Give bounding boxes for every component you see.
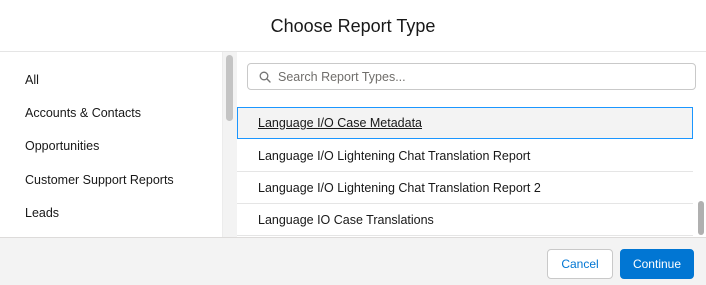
sidebar-scrollbar[interactable] bbox=[222, 52, 237, 237]
sidebar-scrollbar-thumb[interactable] bbox=[226, 55, 233, 121]
modal-header: Choose Report Type bbox=[0, 0, 706, 52]
report-type-language-io-case-translations[interactable]: Language IO Case Translations bbox=[237, 204, 693, 236]
report-type-language-io-case-metadata[interactable]: Language I/O Case Metadata bbox=[237, 107, 693, 139]
sidebar-item-accounts-contacts[interactable]: Accounts & Contacts bbox=[25, 106, 141, 120]
category-sidebar: All Accounts & Contacts Opportunities Cu… bbox=[0, 52, 222, 237]
modal-footer: Cancel Continue bbox=[0, 237, 706, 285]
report-type-language-io-chat-translation-report[interactable]: Language I/O Lightening Chat Translation… bbox=[237, 140, 693, 172]
search-icon bbox=[259, 71, 271, 83]
report-type-language-io-chat-translation-report-2[interactable]: Language I/O Lightening Chat Translation… bbox=[237, 172, 693, 204]
choose-report-type-modal: Choose Report Type All Accounts & Contac… bbox=[0, 0, 706, 285]
report-list-scrollbar-thumb[interactable] bbox=[698, 201, 704, 235]
sidebar-item-customer-support-reports[interactable]: Customer Support Reports bbox=[25, 173, 174, 187]
modal-body: All Accounts & Contacts Opportunities Cu… bbox=[0, 52, 706, 237]
cancel-button[interactable]: Cancel bbox=[547, 249, 613, 279]
report-type-panel: Language I/O Case Metadata Language I/O … bbox=[237, 52, 706, 237]
search-report-types-input[interactable] bbox=[278, 69, 678, 84]
sidebar-item-opportunities[interactable]: Opportunities bbox=[25, 139, 99, 153]
sidebar-item-leads[interactable]: Leads bbox=[25, 206, 59, 220]
sidebar-item-all[interactable]: All bbox=[25, 73, 39, 87]
continue-button[interactable]: Continue bbox=[620, 249, 694, 279]
modal-title: Choose Report Type bbox=[270, 16, 436, 36]
search-box bbox=[247, 63, 696, 90]
